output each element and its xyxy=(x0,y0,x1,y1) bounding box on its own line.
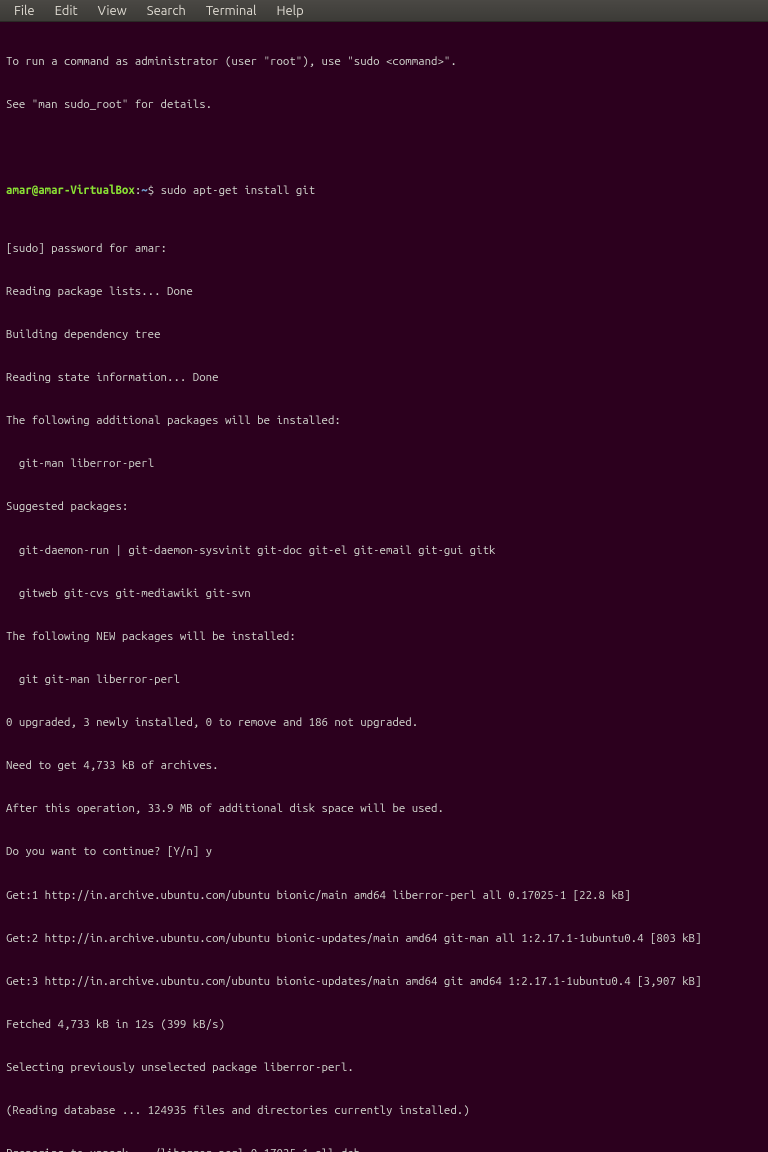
output-line: Get:2 http://in.archive.ubuntu.com/ubunt… xyxy=(6,932,762,946)
output-line: Selecting previously unselected package … xyxy=(6,1061,762,1075)
output-line: After this operation, 33.9 MB of additio… xyxy=(6,802,762,816)
output-line: Need to get 4,733 kB of archives. xyxy=(6,759,762,773)
terminal-output-area[interactable]: To run a command as administrator (user … xyxy=(0,22,768,1152)
output-line: [sudo] password for amar: xyxy=(6,242,762,256)
output-line: Preparing to unpack .../liberror-perl_0.… xyxy=(6,1147,762,1152)
menu-terminal[interactable]: Terminal xyxy=(196,2,267,20)
output-line: git git-man liberror-perl xyxy=(6,673,762,687)
output-line: Get:3 http://in.archive.ubuntu.com/ubunt… xyxy=(6,975,762,989)
output-line: Reading package lists... Done xyxy=(6,285,762,299)
menu-search[interactable]: Search xyxy=(137,2,196,20)
output-line: The following additional packages will b… xyxy=(6,414,762,428)
menu-help[interactable]: Help xyxy=(266,2,313,20)
output-line: The following NEW packages will be insta… xyxy=(6,630,762,644)
output-line: Reading state information... Done xyxy=(6,371,762,385)
output-line: 0 upgraded, 3 newly installed, 0 to remo… xyxy=(6,716,762,730)
output-line: Get:1 http://in.archive.ubuntu.com/ubunt… xyxy=(6,889,762,903)
intro-line: See "man sudo_root" for details. xyxy=(6,98,762,112)
output-line: Do you want to continue? [Y/n] y xyxy=(6,845,762,859)
output-line: gitweb git-cvs git-mediawiki git-svn xyxy=(6,587,762,601)
output-line: git-man liberror-perl xyxy=(6,457,762,471)
menu-edit[interactable]: Edit xyxy=(45,2,88,20)
menu-file[interactable]: File xyxy=(4,2,45,20)
prompt-line: amar@amar-VirtualBox:~$ sudo apt-get ins… xyxy=(6,184,762,198)
output-line: Building dependency tree xyxy=(6,328,762,342)
menubar: File Edit View Search Terminal Help xyxy=(0,0,768,22)
intro-line: To run a command as administrator (user … xyxy=(6,55,762,69)
command-text: sudo apt-get install git xyxy=(161,184,316,197)
output-line: git-daemon-run | git-daemon-sysvinit git… xyxy=(6,544,762,558)
prompt-userhost: amar@amar-VirtualBox xyxy=(6,184,135,197)
output-line: Fetched 4,733 kB in 12s (399 kB/s) xyxy=(6,1018,762,1032)
output-line: Suggested packages: xyxy=(6,500,762,514)
prompt-dollar: $ xyxy=(148,184,161,197)
menu-view[interactable]: View xyxy=(88,2,137,20)
output-line: (Reading database ... 124935 files and d… xyxy=(6,1104,762,1118)
